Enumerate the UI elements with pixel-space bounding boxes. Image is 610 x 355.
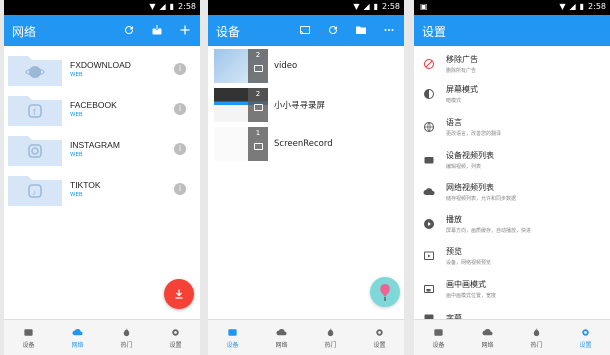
folder-name: TIKTOK xyxy=(70,180,101,190)
settings-item-preview[interactable]: 预览 设备，网络视频预览 xyxy=(422,242,606,270)
phone-settings-screen: ▣ ▼ ◢ ▮ 2:58 设置 移除广告 删除所有广告 屏幕模式 暗模式 语言 更改语… xyxy=(414,0,610,355)
status-time: 2:58 xyxy=(588,2,606,11)
no-ads-icon xyxy=(422,57,436,71)
download-box-icon[interactable] xyxy=(148,21,166,39)
settings-item-remove-ads[interactable]: 移除广告 删除所有广告 xyxy=(422,50,606,78)
signal-icon: ◢ xyxy=(569,2,576,11)
more-icon[interactable] xyxy=(380,21,398,39)
phone-device-screen: ▼ ◢ ▮ 2:58 设备 2 video 2 小小寻寻录屏 1 ScreenR… xyxy=(208,0,404,355)
battery-icon: ▮ xyxy=(169,2,175,11)
cloud-icon xyxy=(422,185,436,199)
nav-hot[interactable]: 热门 xyxy=(102,320,151,355)
pip-icon xyxy=(422,282,436,296)
nav-network[interactable]: 网络 xyxy=(53,320,102,355)
globe-icon xyxy=(422,120,436,134)
battery-icon: ▮ xyxy=(579,2,585,11)
folder-icon: f xyxy=(8,92,62,126)
nav-network[interactable]: 网络 xyxy=(257,320,306,355)
video-folder-row[interactable]: 2 video xyxy=(214,49,400,83)
status-time: 2:58 xyxy=(178,2,196,11)
device-list-icon xyxy=(422,153,436,167)
folder-icon: ♪ xyxy=(8,172,62,206)
refresh-icon[interactable] xyxy=(120,21,138,39)
app-bar: 设备 xyxy=(208,15,404,46)
nav-settings[interactable]: 设置 xyxy=(561,320,610,355)
battery-icon: ▮ xyxy=(373,2,379,11)
settings-item-network-video-list[interactable]: 网络视频列表 储存视频列表，允许和同步数据 xyxy=(422,178,606,206)
video-thumbnail: 1 xyxy=(214,127,268,161)
settings-item-screen-mode[interactable]: 屏幕模式 暗模式 xyxy=(422,80,606,108)
nav-device[interactable]: 设备 xyxy=(414,320,463,355)
status-bar: ▼ ◢ ▮ 2:58 xyxy=(208,0,404,15)
video-folder-name: 小小寻寻录屏 xyxy=(274,101,326,111)
status-bar: ▼ ◢ ▮ 2:58 xyxy=(4,0,200,15)
folder-icon xyxy=(8,52,62,86)
svg-text:♪: ♪ xyxy=(32,188,36,197)
bottom-nav: 设备 网络 热门 设置 xyxy=(208,319,404,355)
page-title: 网络 xyxy=(12,25,37,39)
folder-row-fxdownload[interactable]: FXDOWNLOAD WEB i xyxy=(8,50,196,88)
wifi-icon: ▼ xyxy=(559,2,566,11)
nav-settings[interactable]: 设置 xyxy=(151,320,200,355)
folder-add-icon[interactable] xyxy=(352,21,370,39)
bottom-nav: 设备 网络 热门 设置 xyxy=(4,319,200,355)
status-bar: ▣ ▼ ◢ ▮ 2:58 xyxy=(414,0,610,15)
video-folder-name: ScreenRecord xyxy=(274,139,333,149)
info-icon[interactable]: i xyxy=(174,143,186,155)
settings-item-playback[interactable]: 播放 屏幕方向，画质缓存，自动播放，快进 xyxy=(422,210,606,238)
info-icon[interactable]: i xyxy=(174,103,186,115)
nav-device[interactable]: 设备 xyxy=(208,320,257,355)
video-folder-row[interactable]: 1 ScreenRecord xyxy=(214,127,400,161)
folder-name: INSTAGRAM xyxy=(70,140,120,150)
nav-settings[interactable]: 设置 xyxy=(355,320,404,355)
balloon-fab-button[interactable] xyxy=(370,277,400,307)
nav-device[interactable]: 设备 xyxy=(4,320,53,355)
page-title: 设备 xyxy=(216,25,241,39)
folder-sub: WEB xyxy=(70,112,83,118)
video-folder-name: video xyxy=(274,61,298,71)
nav-hot[interactable]: 热门 xyxy=(512,320,561,355)
app-bar: 网络 xyxy=(4,15,200,46)
video-thumbnail: 2 xyxy=(214,88,268,122)
wifi-icon: ▼ xyxy=(149,2,156,11)
folder-sub: WEB xyxy=(70,192,83,198)
folder-row-facebook[interactable]: f FACEBOOK WEB i xyxy=(8,90,196,128)
folder-name: FACEBOOK xyxy=(70,100,117,110)
phone-network-screen: ▼ ◢ ▮ 2:58 网络 FXDOWNLOAD WEB i f FACEBOO… xyxy=(4,0,200,355)
app-bar: 设置 xyxy=(414,15,610,46)
add-icon[interactable] xyxy=(176,21,194,39)
video-folder-row[interactable]: 2 小小寻寻录屏 xyxy=(214,88,400,122)
screenshot-stage: ▼ ◢ ▮ 2:58 网络 FXDOWNLOAD WEB i f FACEBOO… xyxy=(0,0,610,355)
nav-hot[interactable]: 热门 xyxy=(306,320,355,355)
contrast-icon xyxy=(422,87,436,101)
signal-icon: ◢ xyxy=(159,2,166,11)
page-title: 设置 xyxy=(422,25,447,39)
app-notification-icon: ▣ xyxy=(420,2,428,11)
nav-network[interactable]: 网络 xyxy=(463,320,512,355)
info-icon[interactable]: i xyxy=(174,183,186,195)
folder-row-instagram[interactable]: INSTAGRAM WEB i xyxy=(8,130,196,168)
status-time: 2:58 xyxy=(382,2,400,11)
bottom-nav: 设备 网络 热门 设置 xyxy=(414,319,610,355)
preview-icon xyxy=(422,249,436,263)
info-icon[interactable]: i xyxy=(174,63,186,75)
settings-item-device-video-list[interactable]: 设备视频列表 编辑视频，列表 xyxy=(422,146,606,174)
download-fab-button[interactable] xyxy=(164,279,194,309)
folder-sub: WEB xyxy=(70,72,83,78)
folder-name: FXDOWNLOAD xyxy=(70,60,131,70)
folder-row-tiktok[interactable]: ♪ TIKTOK WEB i xyxy=(8,170,196,208)
refresh-icon[interactable] xyxy=(324,21,342,39)
settings-item-pip-mode[interactable]: 画中画模式 画中画模式位置，宽度 xyxy=(422,275,606,303)
folder-sub: WEB xyxy=(70,152,83,158)
settings-item-language[interactable]: 语言 更改语言，改善您的翻译 xyxy=(422,113,606,141)
video-thumbnail: 2 xyxy=(214,49,268,83)
cast-icon[interactable] xyxy=(296,21,314,39)
signal-icon: ◢ xyxy=(363,2,370,11)
play-circle-icon xyxy=(422,217,436,231)
wifi-icon: ▼ xyxy=(353,2,360,11)
folder-icon xyxy=(8,132,62,166)
